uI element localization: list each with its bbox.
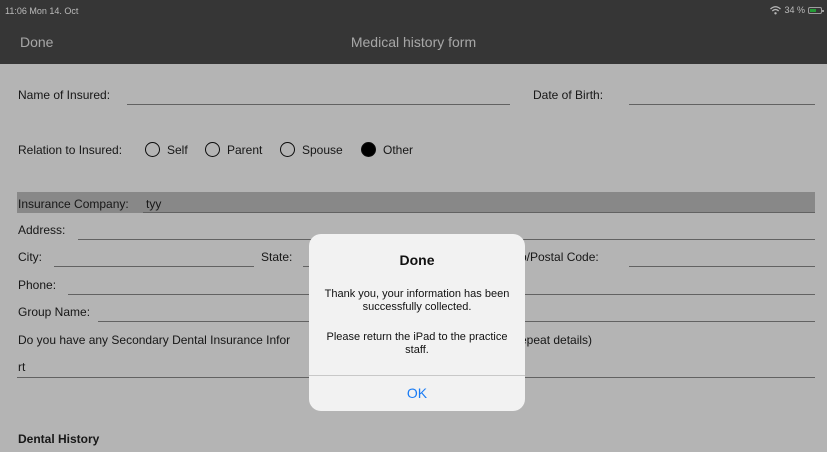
alert-message-collected: Thank you, your information has been suc…: [324, 288, 510, 313]
alert-title: Done: [399, 252, 435, 268]
done-alert-dialog: Done Thank you, your information has bee…: [309, 234, 525, 411]
ok-button[interactable]: OK: [309, 376, 525, 411]
alert-message-return: Please return the iPad to the practice s…: [326, 331, 508, 356]
